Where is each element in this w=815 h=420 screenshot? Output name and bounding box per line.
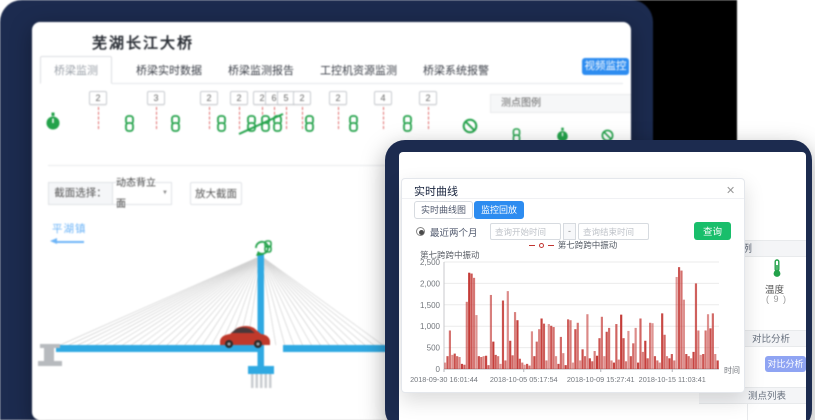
pylon-tower <box>258 254 265 370</box>
point-list-label: 测点列表 <box>748 389 786 405</box>
panel-divider <box>747 404 748 420</box>
abutment-cap <box>40 344 60 348</box>
link-sensor-icon[interactable] <box>122 115 137 132</box>
range-separator: - <box>563 223 576 240</box>
sensor-count-badge[interactable]: 2 <box>89 91 107 105</box>
link-sensor-icon[interactable] <box>168 115 183 132</box>
svg-text:2018-09-30 16:01:44: 2018-09-30 16:01:44 <box>410 375 478 384</box>
badge-pointer-dash <box>209 107 210 129</box>
query-button[interactable]: 查询 <box>694 222 731 240</box>
link-sensor-icon[interactable] <box>302 115 317 132</box>
bank-label: 平湖镇 <box>52 221 87 236</box>
chevron-down-icon: ▼ <box>162 183 168 204</box>
main-tab-3[interactable]: 工控机资源监测 <box>318 56 399 83</box>
badge-pointer-dash <box>286 107 287 129</box>
radio-dot <box>419 230 424 235</box>
section-select-value: 动态背立面 <box>116 173 162 215</box>
tab-monitor-playback[interactable]: 监控回放 <box>474 201 524 219</box>
abutment-stem <box>44 348 54 362</box>
main-tab-2[interactable]: 桥梁监测报告 <box>226 56 296 83</box>
video-monitor-button[interactable]: 视频监控 <box>582 58 629 75</box>
svg-text:0: 0 <box>436 365 441 374</box>
svg-text:1,500: 1,500 <box>420 301 441 310</box>
query-start-time-input[interactable] <box>490 223 561 240</box>
rotation-sensor-icon <box>256 242 268 256</box>
recent-two-months-radio[interactable] <box>416 227 425 236</box>
sensor-count-badge[interactable]: 2 <box>419 91 437 105</box>
bridge-deck <box>56 345 392 352</box>
deck-expansion-gap <box>263 345 283 352</box>
stage: 芜湖长江大桥 桥梁监测桥梁实时数据桥梁监测报告工控机资源监测桥梁系统报警 视频监… <box>0 0 815 420</box>
svg-text:2,000: 2,000 <box>420 279 441 288</box>
compare-section-label: 对比分析 <box>752 332 790 348</box>
legend-circle-marker <box>539 243 544 248</box>
legend-line <box>529 245 535 246</box>
svg-text:1,000: 1,000 <box>420 322 441 331</box>
vibration-chart: 0 500 1,000 1,500 2,000 2,500 2018-09-30 16:01… <box>404 257 744 389</box>
badge-pointer-dash <box>383 107 384 129</box>
legend-line <box>548 245 554 246</box>
stopwatch-icon[interactable] <box>45 112 61 131</box>
disabled-sensor-icon[interactable] <box>462 118 478 134</box>
bridge-diagram <box>32 240 392 420</box>
sensor-count-badge[interactable]: 2 <box>200 91 218 105</box>
bridge-cables <box>58 256 384 346</box>
section-select-dropdown[interactable]: 动态背立面 ▼ <box>113 182 172 205</box>
section-select-label: 截面选择： <box>48 182 113 205</box>
sensor-count-badge[interactable]: 2 <box>293 91 311 105</box>
abutment-base <box>38 361 62 366</box>
badge-pointer-dash <box>338 107 339 129</box>
modal-title: 实时曲线 <box>414 183 458 199</box>
svg-text:2018-10-09 15:27:41: 2018-10-09 15:27:41 <box>567 375 635 384</box>
svg-text:2018-10-15 11:03:41: 2018-10-15 11:03:41 <box>639 375 706 384</box>
compare-analysis-button[interactable]: 对比分析 <box>765 356 806 372</box>
link-sensor-icon[interactable] <box>214 115 229 132</box>
svg-text:2,500: 2,500 <box>420 258 441 267</box>
svg-text:2018-10-05 05:17:54: 2018-10-05 05:17:54 <box>490 375 558 384</box>
legend-text: 第七跨跨中振动 <box>558 239 618 251</box>
realtime-curve-modal: 实时曲线 ✕ 实时曲线图 监控回放 最近两个月 - 查询 第七跨跨中振动 第七跨… <box>401 178 745 393</box>
pier-piles <box>251 374 272 388</box>
radio-label: 最近两个月 <box>430 225 478 239</box>
svg-text:500: 500 <box>427 344 441 353</box>
page-title: 芜湖长江大桥 <box>92 32 194 53</box>
main-tabbar: 桥梁监测桥梁实时数据桥梁监测报告工控机资源监测桥梁系统报警 <box>40 56 623 84</box>
temperature-count: ( 9 ) <box>766 294 787 304</box>
sensor-count-badge[interactable]: 4 <box>374 91 392 105</box>
badge-pointer-dash <box>98 107 99 129</box>
sensor-count-badge[interactable]: 2 <box>329 91 347 105</box>
tab-realtime-curve[interactable]: 实时曲线图 <box>414 201 473 219</box>
legend-panel-header: 测点图例 <box>490 94 631 113</box>
enlarge-section-button[interactable]: 放大截面 <box>190 182 242 205</box>
sensor-count-badge[interactable]: 3 <box>147 91 165 105</box>
badge-pointer-dash <box>428 107 429 129</box>
thermometer-icon <box>771 259 783 278</box>
main-tab-4[interactable]: 桥梁系统报警 <box>421 56 491 83</box>
sensor-count-badge[interactable]: 2 <box>230 91 248 105</box>
close-icon[interactable]: ✕ <box>724 182 737 199</box>
svg-text:时间: 时间 <box>724 365 740 375</box>
main-tab-1[interactable]: 桥梁实时数据 <box>134 56 204 83</box>
link-sensor-icon[interactable] <box>346 115 361 132</box>
link-sensor-icon[interactable] <box>400 115 415 132</box>
badge-pointer-dash <box>156 107 157 129</box>
joint-diagonal-mark <box>237 110 285 136</box>
query-end-time-input[interactable] <box>578 223 649 240</box>
main-tab-0[interactable]: 桥梁监测 <box>40 56 112 84</box>
